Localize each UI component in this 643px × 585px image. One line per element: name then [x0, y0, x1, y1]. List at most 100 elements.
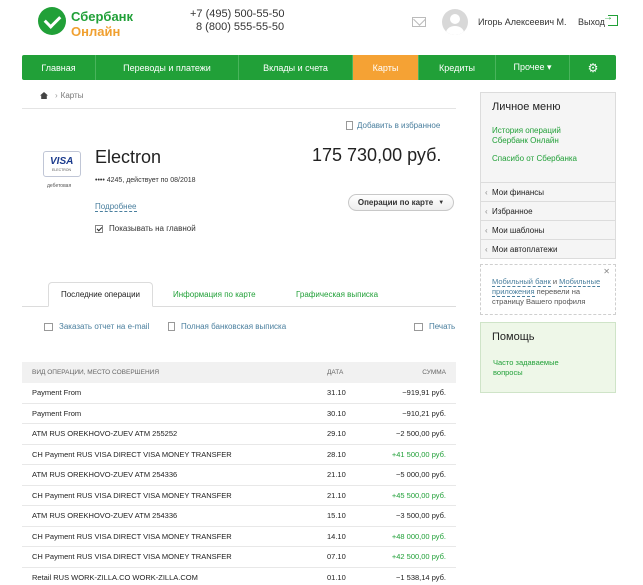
- tab-card-info[interactable]: Информация по карте: [173, 282, 256, 307]
- operation-amount: +42 500,00 руб.: [391, 552, 446, 562]
- operation-amount: +41 500,00 руб.: [391, 449, 446, 459]
- user-name-link[interactable]: Игорь Алексеевич М.: [478, 17, 567, 27]
- card-balance: 175 730,00 руб.: [312, 145, 442, 165]
- header-operation: Вид операции, место совершения: [32, 369, 160, 376]
- promo-notice: ✕ Мобильный банк и Мобильные приложения …: [480, 264, 616, 315]
- operation-description: ATM RUS OREKHOVO-ZUEV ATM 254336: [32, 470, 178, 480]
- sidebar-item-favorites[interactable]: Избранное: [481, 201, 615, 220]
- operation-description: Payment From: [32, 408, 82, 418]
- bookmark-icon: [346, 121, 353, 130]
- card-name: Electron: [95, 147, 162, 167]
- personal-menu: Личное меню История операций Сбербанк Он…: [480, 92, 616, 259]
- full-statement-label: Полная банковская выписка: [181, 322, 287, 331]
- operation-amount: −910,21 руб.: [402, 408, 446, 418]
- mail-icon[interactable]: [412, 17, 426, 27]
- card-operations-button[interactable]: Операции по карте ▼: [348, 194, 454, 211]
- operation-amount: −1 538,14 руб.: [396, 572, 446, 582]
- history-link-line2[interactable]: Сбербанк Онлайн: [492, 136, 559, 146]
- sberbank-logo[interactable]: Сбербанк Онлайн: [38, 7, 148, 39]
- show-on-main-option[interactable]: Показывать на главной: [95, 224, 196, 233]
- email-report-label: Заказать отчет на e-mail: [59, 322, 150, 331]
- operation-amount: −919,91 руб.: [402, 388, 446, 398]
- card-details-link[interactable]: Подробнее: [95, 202, 137, 212]
- table-row[interactable]: ATM RUS OREKHOVO-ZUEV ATM 254336 21.10 −5 …: [22, 465, 456, 486]
- logout-link[interactable]: Выход: [578, 17, 605, 27]
- add-to-favorites-label: Добавить в избранное: [357, 121, 441, 130]
- email-report-link[interactable]: Заказать отчет на e-mail: [44, 322, 149, 331]
- promo-and: и: [550, 277, 560, 286]
- table-body: Payment From 31.10 −919,91 руб. Payment Fro…: [22, 383, 456, 585]
- show-on-main-label: Показывать на главной: [109, 224, 196, 233]
- gear-icon[interactable]: ⚙: [570, 55, 616, 80]
- operation-amount: −5 000,00 руб.: [396, 470, 446, 480]
- operation-date: 28.10: [327, 449, 346, 459]
- sidebar-item-templates[interactable]: Мои шаблоны: [481, 220, 615, 239]
- operation-date: 15.10: [327, 511, 346, 521]
- tab-recent-operations[interactable]: Последние операции: [48, 282, 153, 307]
- header-date: Дата: [327, 369, 344, 376]
- operation-amount: −2 500,00 руб.: [396, 429, 446, 439]
- visa-logo: VISA: [50, 156, 74, 167]
- mobile-bank-link[interactable]: Мобильный банк: [492, 277, 551, 287]
- operation-description: CH Payment RUS VISA DIRECT VISA MONEY TR…: [32, 552, 232, 562]
- sidebar-item-autopayments[interactable]: Мои автоплатежи: [481, 239, 615, 258]
- operation-description: ATM RUS OREKHOVO-ZUEV ATM 254336: [32, 511, 178, 521]
- phone-russia: 8 (800) 555-55-50: [196, 21, 285, 33]
- nav-item-transfers[interactable]: Переводы и платежи: [96, 55, 239, 80]
- card-operations-label: Операции по карте: [357, 198, 434, 207]
- sidebar-item-finances[interactable]: Мои финансы: [481, 182, 615, 201]
- table-row[interactable]: CH Payment RUS VISA DIRECT VISA MONEY TR…: [22, 445, 456, 465]
- table-row[interactable]: ATM RUS OREKHOVO-ZUEV ATM 255252 29.10 −2 …: [22, 424, 456, 445]
- promo-text: Мобильный банк и Мобильные приложения пе…: [492, 277, 612, 307]
- print-label: Печать: [429, 322, 456, 331]
- add-to-favorites-link[interactable]: Добавить в избранное: [346, 121, 440, 130]
- show-on-main-checkbox[interactable]: [95, 224, 103, 233]
- phone-moscow: +7 (495) 500-55-50: [190, 8, 285, 20]
- breadcrumb-cards[interactable]: Карты: [61, 91, 84, 100]
- chevron-right-icon: ›: [55, 91, 58, 100]
- nav-item-cards[interactable]: Карты: [353, 55, 419, 80]
- full-statement-link[interactable]: Полная банковская выписка: [168, 322, 286, 331]
- chevron-down-icon: ▼: [438, 199, 445, 206]
- home-icon[interactable]: [40, 92, 48, 99]
- table-row[interactable]: Payment From 30.10 −910,21 руб.: [22, 404, 456, 424]
- table-row[interactable]: CH Payment RUS VISA DIRECT VISA MONEY TR…: [22, 527, 456, 547]
- table-row[interactable]: Retail RUS WORK-ZILLA.CO WORK-ZILLA.COM 0…: [22, 568, 456, 585]
- operation-amount: −3 500,00 руб.: [396, 511, 446, 521]
- operation-description: Retail RUS WORK-ZILLA.CO WORK-ZILLA.COM: [32, 572, 198, 582]
- operations-table: Вид операции, место совершения Дата Сумм…: [22, 362, 456, 585]
- operation-amount: +45 500,00 руб.: [391, 490, 446, 500]
- operation-date: 01.10: [327, 572, 346, 582]
- table-row[interactable]: ATM RUS OREKHOVO-ZUEV ATM 254336 15.10 −3 …: [22, 506, 456, 527]
- table-row[interactable]: Payment From 31.10 −919,91 руб.: [22, 383, 456, 404]
- operation-date: 14.10: [327, 531, 346, 541]
- thanks-link[interactable]: Спасибо от Сбербанка: [492, 154, 577, 164]
- card-type-label: дебетовая: [47, 183, 72, 189]
- nav-item-deposits[interactable]: Вклады и счета: [239, 55, 353, 80]
- operation-description: CH Payment RUS VISA DIRECT VISA MONEY TR…: [32, 449, 232, 459]
- nav-item-other[interactable]: Прочее ▾: [496, 55, 570, 80]
- table-header: Вид операции, место совершения Дата Сумм…: [22, 362, 456, 383]
- logout-icon[interactable]: [603, 12, 618, 26]
- faq-link[interactable]: Часто задаваемые вопросы: [493, 358, 573, 378]
- table-row[interactable]: CH Payment RUS VISA DIRECT VISA MONEY TR…: [22, 486, 456, 506]
- card-number-info: •••• 4245, действует по 08/2018: [95, 177, 196, 184]
- nav-item-main[interactable]: Главная: [22, 55, 96, 80]
- close-icon[interactable]: ✕: [603, 267, 610, 276]
- contact-phones: +7 (495) 500-55-50 8 (800) 555-55-50: [190, 8, 284, 34]
- print-link[interactable]: Печать: [414, 322, 455, 331]
- history-link-line1[interactable]: История операций: [492, 126, 561, 136]
- nav-item-credits[interactable]: Кредиты: [419, 55, 496, 80]
- operation-date: 31.10: [327, 388, 346, 398]
- document-icon: [168, 322, 175, 331]
- table-row[interactable]: CH Payment RUS VISA DIRECT VISA MONEY TR…: [22, 547, 456, 568]
- operation-description: CH Payment RUS VISA DIRECT VISA MONEY TR…: [32, 531, 232, 541]
- operation-description: CH Payment RUS VISA DIRECT VISA MONEY TR…: [32, 490, 232, 500]
- tab-graphic-statement[interactable]: Графическая выписка: [296, 282, 378, 307]
- main-navigation: Главная Переводы и платежи Вклады и счет…: [22, 55, 616, 80]
- operation-description: Payment From: [32, 388, 82, 398]
- header-amount: Сумма: [422, 369, 446, 376]
- help-title: Помощь: [492, 331, 535, 343]
- logo-text-bank: Сбербанк: [71, 9, 134, 24]
- avatar[interactable]: [442, 9, 468, 35]
